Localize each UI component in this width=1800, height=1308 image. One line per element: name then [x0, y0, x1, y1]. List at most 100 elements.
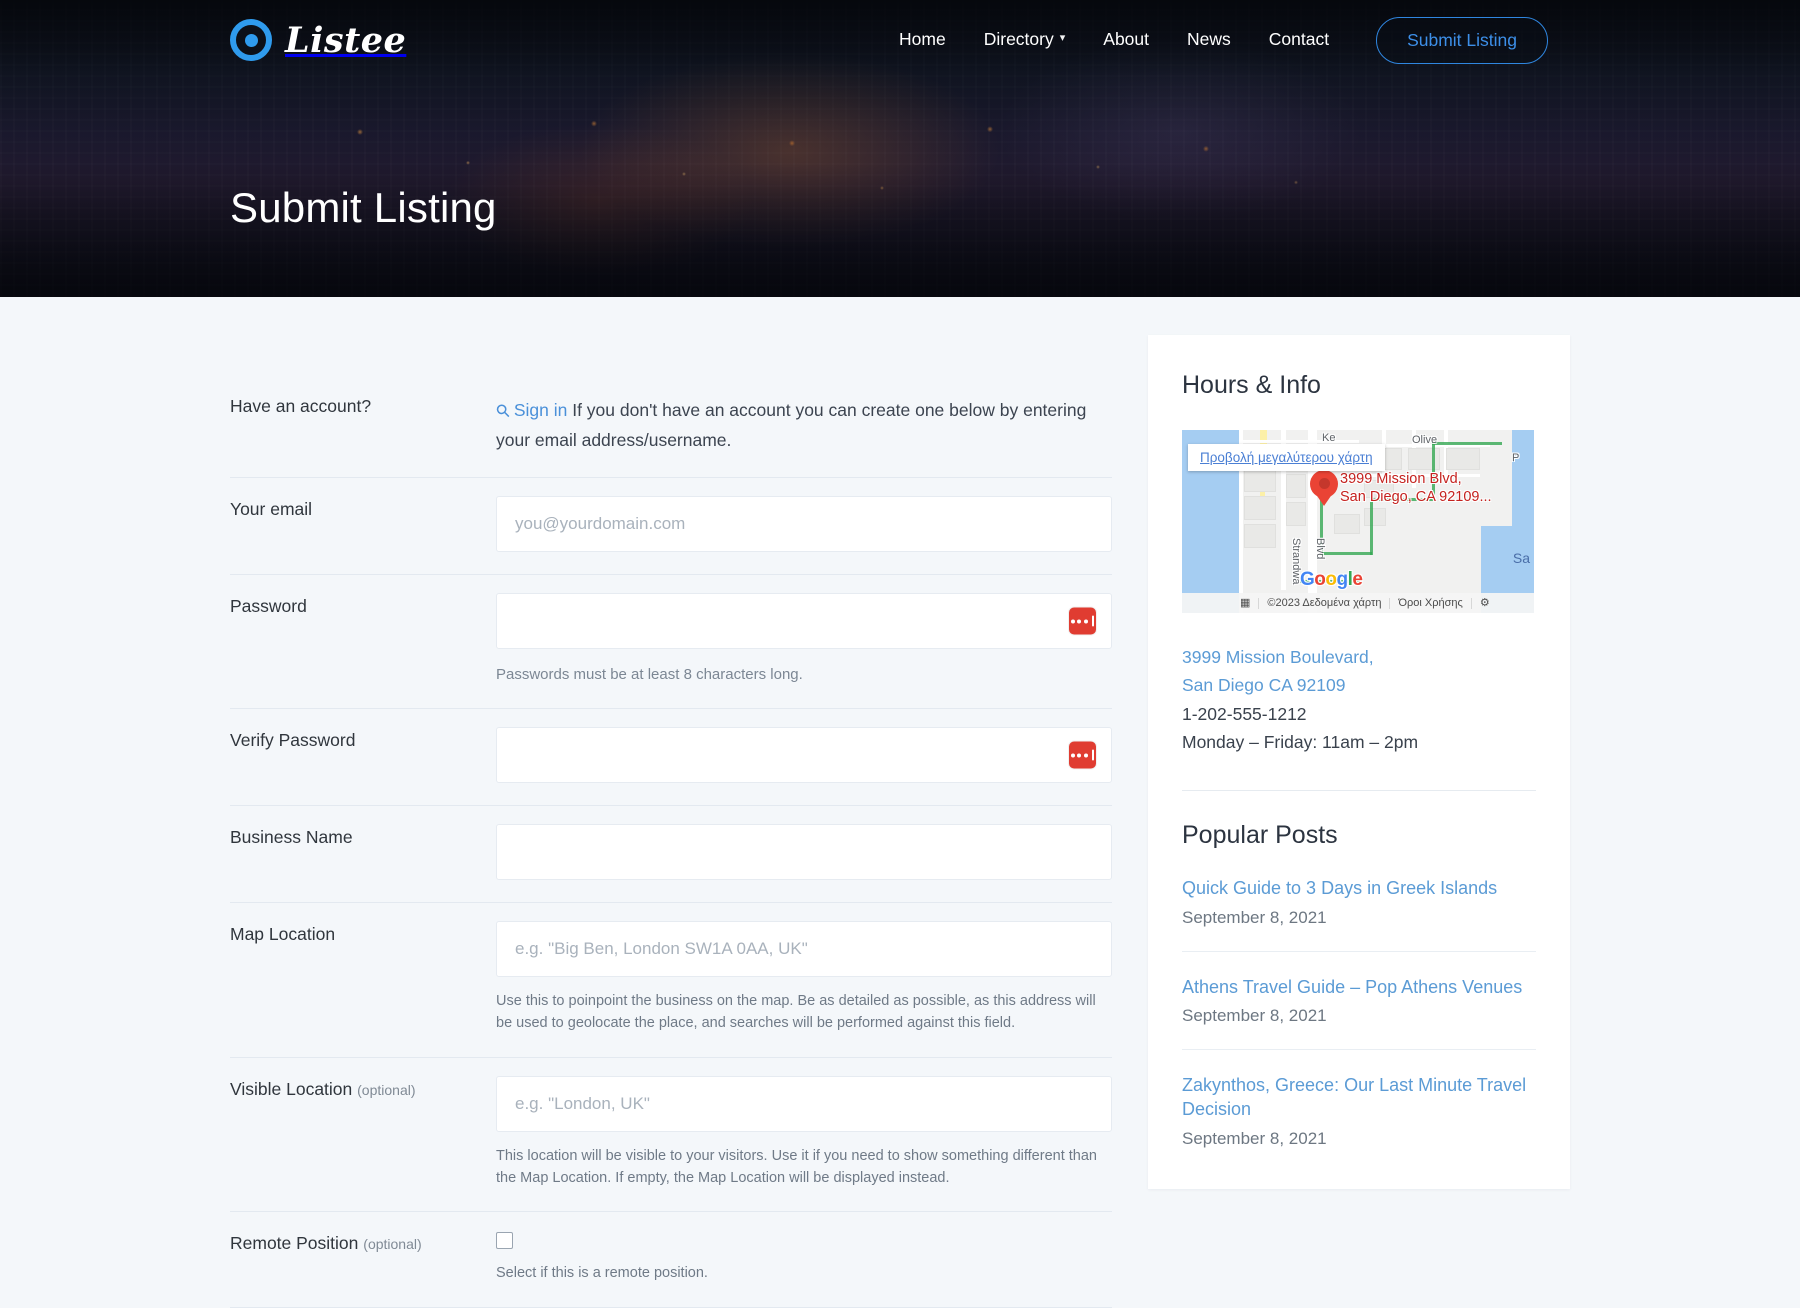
map-location-label: Map Location	[230, 903, 496, 1057]
visible-location-optional-tag: (optional)	[357, 1082, 415, 1098]
map-terms-link[interactable]: Όροι Χρήσης	[1390, 598, 1471, 609]
map-green-path	[1370, 500, 1373, 555]
remote-position-checkbox[interactable]	[496, 1232, 513, 1249]
circle-target-icon	[230, 19, 272, 61]
visible-location-placeholder: e.g. "London, UK"	[515, 1094, 650, 1114]
map-block	[1286, 474, 1306, 498]
map-pin-address: 3999 Mission Blvd, San Diego, CA 92109..…	[1340, 470, 1492, 506]
signin-help-text: If you don't have an account you can cre…	[496, 400, 1086, 450]
map-street-label: P	[1512, 452, 1519, 464]
form-row-visible-location: Visible Location (optional) e.g. "London…	[230, 1058, 1112, 1213]
post-date: September 8, 2021	[1182, 1006, 1536, 1026]
sidebar: Hours & Info	[1148, 297, 1570, 1189]
visible-location-input[interactable]: e.g. "London, UK"	[496, 1076, 1112, 1132]
address-line-1[interactable]: 3999 Mission Boulevard,	[1182, 643, 1536, 671]
list-item: Athens Travel Guide – Pop Athens Venues …	[1182, 951, 1536, 1026]
lastpass-icon[interactable]	[1069, 742, 1096, 769]
map-attribution-bar: ▦ ©2023 Δεδομένα χάρτη Όροι Χρήσης ⚙	[1182, 593, 1534, 613]
post-date: September 8, 2021	[1182, 908, 1536, 928]
password-label: Password	[230, 575, 496, 708]
verify-password-label: Verify Password	[230, 709, 496, 805]
sign-in-link[interactable]: ⚲Sign in	[496, 400, 567, 420]
business-contact-info: 3999 Mission Boulevard, San Diego CA 921…	[1182, 643, 1536, 756]
visible-location-help-text: This location will be visible to your vi…	[496, 1146, 1112, 1190]
map-block	[1334, 514, 1360, 534]
password-help-text: Passwords must be at least 8 characters …	[496, 663, 1112, 686]
nav-item-news[interactable]: News	[1168, 31, 1250, 49]
remote-position-help-text: Select if this is a remote position.	[496, 1263, 1112, 1285]
form-row-password: Password Passwords must be at least 8 ch…	[230, 575, 1112, 709]
remote-position-label: Remote Position (optional)	[230, 1212, 496, 1307]
opening-hours: Monday – Friday: 11am – 2pm	[1182, 728, 1536, 756]
form-row-have-account: Have an account? ⚲Sign in If you don't h…	[230, 375, 1112, 478]
hero-banner: Listee Home Directory ▾ About News Conta…	[0, 0, 1800, 297]
form-row-email: Your email you@yourdomain.com	[230, 478, 1112, 575]
email-input-placeholder: you@yourdomain.com	[515, 514, 685, 534]
brand-logo-link[interactable]: Listee	[230, 19, 406, 61]
map-block	[1408, 448, 1440, 470]
map-location-help-text: Use this to poinpoint the business on th…	[496, 991, 1112, 1035]
form-row-map-location: Map Location e.g. "Big Ben, London SW1A …	[230, 903, 1112, 1058]
address-line-2[interactable]: San Diego CA 92109	[1182, 671, 1536, 699]
nav-item-about-label: About	[1103, 31, 1149, 49]
list-item: Quick Guide to 3 Days in Greek Islands S…	[1182, 876, 1536, 927]
sidebar-divider	[1182, 790, 1536, 791]
visible-location-label: Visible Location (optional)	[230, 1058, 496, 1212]
email-input[interactable]: you@yourdomain.com	[496, 496, 1112, 552]
map-street-label: Ke	[1322, 432, 1335, 444]
google-map-embed[interactable]: Ke Olive P Strandwa Blvd Sa 3999 Mission…	[1182, 430, 1534, 613]
hours-info-heading: Hours & Info	[1182, 371, 1536, 400]
business-name-label: Business Name	[230, 806, 496, 902]
password-input[interactable]	[496, 593, 1112, 649]
brand-name: Listee	[285, 20, 406, 61]
map-road	[1239, 440, 1359, 443]
form-row-remote-position: Remote Position (optional) Select if thi…	[230, 1212, 1112, 1308]
lastpass-icon[interactable]	[1069, 608, 1096, 635]
form-row-business-name: Business Name	[230, 806, 1112, 903]
business-name-input[interactable]	[496, 824, 1112, 880]
nav-item-contact[interactable]: Contact	[1250, 31, 1348, 49]
map-block	[1244, 524, 1276, 548]
map-block	[1286, 502, 1306, 526]
view-larger-map-button[interactable]: Προβολή μεγαλύτερου χάρτη	[1188, 444, 1385, 471]
have-account-label: Have an account?	[230, 375, 496, 477]
map-location-placeholder: e.g. "Big Ben, London SW1A 0AA, UK"	[515, 939, 808, 959]
form-row-verify-password: Verify Password	[230, 709, 1112, 806]
nav-item-directory[interactable]: Directory ▾	[965, 31, 1085, 49]
phone-number: 1-202-555-1212	[1182, 700, 1536, 728]
page-root: Listee Home Directory ▾ About News Conta…	[0, 0, 1800, 1308]
nav-item-directory-label: Directory	[984, 31, 1054, 49]
map-location-input[interactable]: e.g. "Big Ben, London SW1A 0AA, UK"	[496, 921, 1112, 977]
nav-item-home[interactable]: Home	[880, 31, 965, 49]
visible-location-label-text: Visible Location	[230, 1079, 352, 1099]
sign-in-label: Sign in	[514, 400, 568, 420]
post-title-link[interactable]: Zakynthos, Greece: Our Last Minute Trave…	[1182, 1073, 1536, 1122]
remote-position-label-text: Remote Position	[230, 1233, 358, 1253]
nav-links: Home Directory ▾ About News Contact Subm…	[880, 17, 1800, 64]
post-title-link[interactable]: Quick Guide to 3 Days in Greek Islands	[1182, 876, 1536, 900]
nav-item-home-label: Home	[899, 31, 946, 49]
popular-posts-heading: Popular Posts	[1182, 821, 1536, 850]
remote-position-optional-tag: (optional)	[363, 1236, 421, 1252]
main-content: Have an account? ⚲Sign in If you don't h…	[0, 297, 1800, 1308]
map-block	[1244, 470, 1276, 492]
map-sea-label: Sa	[1513, 550, 1530, 566]
bug-report-icon[interactable]: ⚙	[1472, 598, 1498, 609]
sidebar-card: Hours & Info	[1148, 335, 1570, 1189]
submit-listing-form: Have an account? ⚲Sign in If you don't h…	[230, 297, 1112, 1308]
map-street-label: Olive	[1412, 434, 1437, 446]
nav-item-contact-label: Contact	[1269, 31, 1329, 49]
map-street-label: Blvd	[1314, 538, 1326, 559]
map-block	[1446, 448, 1480, 470]
verify-password-input[interactable]	[496, 727, 1112, 783]
map-location-pin	[1310, 470, 1338, 508]
keyboard-icon[interactable]: ▦	[1232, 598, 1259, 609]
email-label: Your email	[230, 478, 496, 574]
google-logo: Google	[1300, 569, 1362, 591]
map-attribution-text: ©2023 Δεδομένα χάρτη	[1259, 598, 1390, 609]
navbar: Listee Home Directory ▾ About News Conta…	[0, 0, 1800, 80]
post-date: September 8, 2021	[1182, 1129, 1536, 1149]
submit-listing-button[interactable]: Submit Listing	[1376, 17, 1548, 64]
nav-item-about[interactable]: About	[1084, 31, 1168, 49]
post-title-link[interactable]: Athens Travel Guide – Pop Athens Venues	[1182, 975, 1536, 999]
